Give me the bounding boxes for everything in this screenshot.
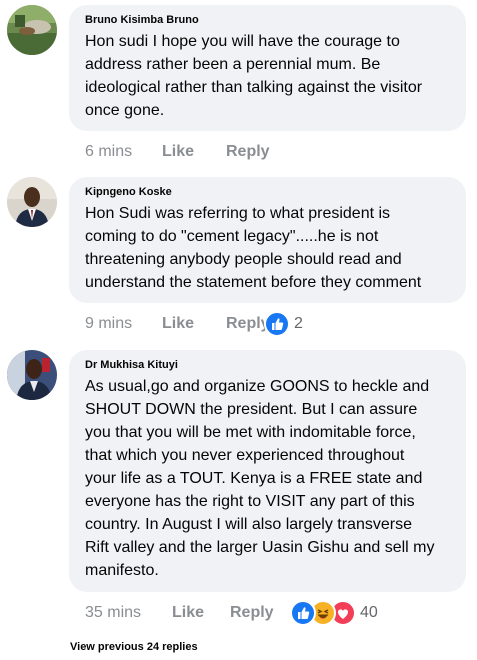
comment-author[interactable]: Kipngeno Koske	[85, 186, 454, 199]
avatar[interactable]	[7, 5, 57, 55]
comment-time[interactable]: 6 mins	[85, 143, 162, 161]
comment-author[interactable]: Bruno Kisimba Bruno	[85, 14, 454, 27]
reaction-count: 2	[294, 315, 303, 332]
comment-bubble: Kipngeno Koske Hon Sudi was referring to…	[69, 177, 466, 303]
avatar[interactable]	[7, 350, 57, 400]
comment-time[interactable]: 35 mins	[85, 604, 172, 622]
like-button[interactable]: Like	[162, 143, 226, 161]
comment-time[interactable]: 9 mins	[85, 315, 162, 333]
reaction-count: 40	[360, 604, 378, 621]
like-icon	[264, 311, 290, 337]
comment-actions: 9 mins Like Reply 2	[85, 311, 303, 337]
reply-button[interactable]: Reply	[230, 604, 290, 622]
comment-bubble: Dr Mukhisa Kituyi As usual,go and organi…	[69, 350, 466, 592]
like-button[interactable]: Like	[162, 315, 226, 333]
comment-actions: 35 mins Like Reply 40	[85, 600, 378, 626]
reply-button[interactable]: Reply	[226, 315, 270, 333]
comment-text: As usual,go and organize GOONS to heckle…	[85, 378, 435, 579]
avatar[interactable]	[7, 177, 57, 227]
comment-author[interactable]: Dr Mukhisa Kituyi	[85, 359, 454, 372]
comment-text: Hon sudi I hope you will have the courag…	[85, 33, 423, 119]
reply-button[interactable]: Reply	[226, 143, 290, 161]
comment-bubble: Bruno Kisimba Bruno Hon sudi I hope you …	[69, 5, 466, 131]
reactions-summary[interactable]: 2	[264, 311, 303, 337]
reactions-summary[interactable]: 40	[290, 600, 378, 626]
comment-actions: 6 mins Like Reply	[85, 140, 290, 164]
like-button[interactable]: Like	[172, 604, 230, 622]
like-icon	[290, 600, 316, 626]
view-previous-replies-link[interactable]: View previous 24 replies	[70, 641, 198, 653]
comment-text: Hon Sudi was referring to what president…	[85, 205, 422, 291]
